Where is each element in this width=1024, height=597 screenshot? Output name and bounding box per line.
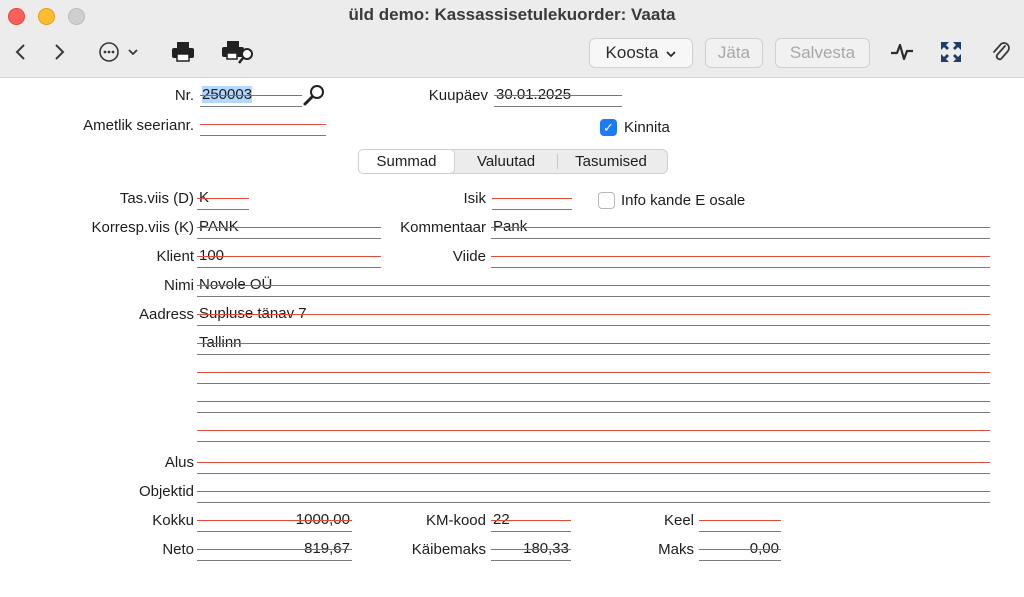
kuupaev-field[interactable]: 30.01.2025	[494, 85, 622, 107]
ametlik-field[interactable]	[200, 114, 326, 136]
window-title: üld demo: Kassassisetulekuorder: Vaata	[348, 5, 676, 24]
aadress-line-2[interactable]: Tallinn	[197, 333, 990, 355]
tasviis-value: K	[199, 189, 210, 206]
alus-field[interactable]	[197, 452, 990, 474]
isik-label: Isik	[463, 190, 487, 207]
chevron-down-icon	[666, 43, 677, 63]
koosta-menu-button[interactable]: Koosta	[589, 38, 693, 68]
kmkood-label: KM-kood	[425, 512, 486, 529]
isik-field[interactable]	[492, 188, 572, 210]
kommentaar-field[interactable]: Pank	[491, 217, 990, 239]
search-icon[interactable]	[302, 83, 326, 111]
alus-label: Alus	[164, 454, 194, 471]
print-icon[interactable]	[170, 38, 196, 66]
objektid-label: Objektid	[138, 483, 194, 500]
maks-field[interactable]: 0,00	[699, 539, 781, 561]
kaibemaks-value: 180,33	[523, 540, 569, 557]
korresp-label: Korresp.viis (K)	[91, 219, 194, 236]
tasviis-field[interactable]: K	[197, 188, 249, 210]
nr-value: 250003	[202, 86, 253, 103]
salvesta-button[interactable]: Salvesta	[775, 38, 870, 68]
kokku-value: 1000,00	[295, 511, 350, 528]
viide-label: Viide	[452, 248, 486, 265]
aadress-line-3[interactable]	[197, 362, 990, 384]
maks-value: 0,00	[749, 540, 779, 557]
info-kande-label: Info kande E osale	[621, 192, 746, 209]
korresp-value: PANK	[199, 218, 239, 235]
kmkood-field[interactable]: 22	[491, 510, 571, 532]
activity-icon[interactable]	[888, 38, 916, 66]
nimi-label: Nimi	[164, 277, 194, 294]
tab-tasumised[interactable]: Tasumised	[558, 150, 664, 173]
aadress-value-2: Tallinn	[199, 334, 242, 351]
attachment-icon[interactable]	[988, 38, 1014, 66]
tab-valuutad[interactable]: Valuutad	[455, 150, 557, 173]
aadress-line-1[interactable]: Supluse tänav 7	[197, 304, 990, 326]
expand-icon[interactable]	[938, 38, 964, 66]
more-icon[interactable]	[98, 38, 142, 66]
tab-bar: Summad Valuutad Tasumised	[358, 149, 668, 174]
klient-field[interactable]: 100	[197, 246, 381, 268]
koosta-label: Koosta	[605, 43, 659, 62]
nimi-value: Novole OÜ	[199, 276, 273, 293]
kaibemaks-label: Käibemaks	[411, 541, 486, 558]
korresp-field[interactable]: PANK	[197, 217, 381, 239]
objektid-field[interactable]	[197, 481, 990, 503]
kmkood-value: 22	[493, 511, 510, 528]
ametlik-label: Ametlik seerianr.	[83, 117, 194, 134]
kokku-label: Kokku	[152, 512, 194, 529]
neto-value: 819,67	[304, 540, 350, 557]
keel-label: Keel	[663, 512, 694, 529]
viide-field[interactable]	[491, 246, 990, 268]
kokku-field[interactable]: 1000,00	[197, 510, 352, 532]
window-toolbar: üld demo: Kassassisetulekuorder: Vaata K…	[0, 0, 1024, 78]
klient-value: 100	[199, 247, 225, 264]
forward-icon[interactable]	[48, 38, 70, 66]
klient-label: Klient	[156, 248, 194, 265]
tasviis-label: Tas.viis (D)	[119, 190, 194, 207]
neto-field[interactable]: 819,67	[197, 539, 352, 561]
kinnita-checkbox[interactable]: ✓	[600, 119, 617, 136]
tab-summad[interactable]: Summad	[358, 149, 455, 174]
nimi-field[interactable]: Novole OÜ	[197, 275, 990, 297]
kinnita-label: Kinnita	[624, 119, 670, 136]
print-preview-icon[interactable]	[222, 38, 256, 66]
aadress-line-5[interactable]	[197, 420, 990, 442]
nr-label: Nr.	[174, 87, 194, 104]
keel-field[interactable]	[699, 510, 781, 532]
kaibemaks-field[interactable]: 180,33	[491, 539, 571, 561]
kommentaar-label: Kommentaar	[400, 219, 486, 236]
maks-label: Maks	[658, 541, 694, 558]
aadress-line-4[interactable]	[197, 391, 990, 413]
jata-button[interactable]: Jäta	[705, 38, 763, 68]
nr-field[interactable]: 250003	[200, 85, 302, 107]
kuupaev-label: Kuupäev	[428, 87, 488, 104]
neto-label: Neto	[162, 541, 194, 558]
kommentaar-value: Pank	[493, 218, 528, 235]
kuupaev-value: 30.01.2025	[496, 86, 572, 103]
info-kande-checkbox[interactable]	[598, 192, 615, 209]
aadress-value-1: Supluse tänav 7	[199, 305, 307, 322]
back-icon[interactable]	[10, 38, 32, 66]
aadress-label: Aadress	[138, 306, 194, 323]
